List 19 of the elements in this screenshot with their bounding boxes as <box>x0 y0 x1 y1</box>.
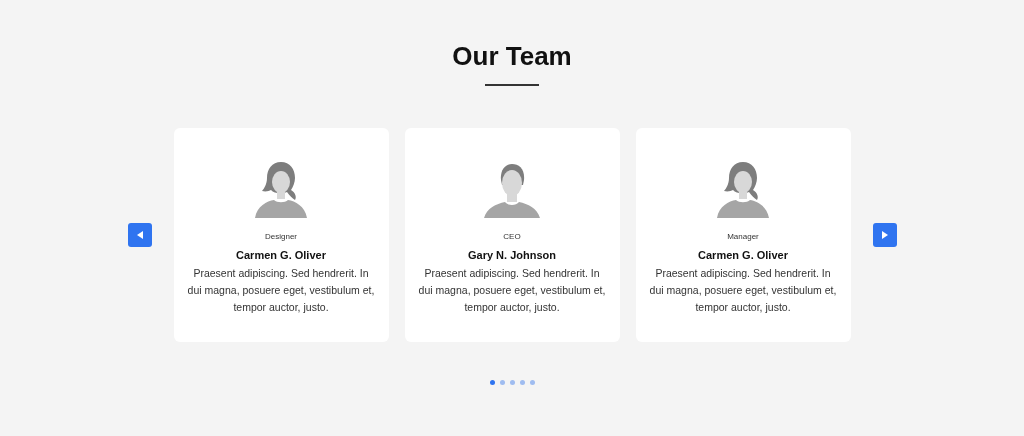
member-role: CEO <box>503 232 521 241</box>
member-bio: Praesent adipiscing. Sed hendrerit. In dui magna, posuere eget, vestibulum et, tempor auctor, justo. <box>648 266 838 315</box>
member-name: Carmen G. Oliver <box>236 249 326 261</box>
section-title: Our Team <box>452 40 572 72</box>
next-button[interactable] <box>872 223 897 247</box>
left-triangle-icon <box>136 231 143 239</box>
pagination-dot[interactable] <box>509 380 515 385</box>
pagination-dot[interactable] <box>529 380 535 385</box>
member-name: Gary N. Johnson <box>468 249 556 261</box>
member-bio: Praesent adipiscing. Sed hendrerit. In dui magna, posuere eget, vestibulum et, tempor auctor, justo. <box>417 266 607 315</box>
member-name: Carmen G. Oliver <box>698 249 788 261</box>
pagination-dot[interactable] <box>499 380 505 385</box>
pagination-dot[interactable] <box>489 380 495 385</box>
member-role: Manager <box>727 232 759 241</box>
previous-button[interactable] <box>127 223 152 247</box>
member-bio: Praesent adipiscing. Sed hendrerit. In dui magna, posuere eget, vestibulum et, tempor auctor, justo. <box>186 266 376 315</box>
right-triangle-icon <box>881 231 888 239</box>
pagination-dot[interactable] <box>519 380 525 385</box>
member-role: Designer <box>265 232 297 241</box>
